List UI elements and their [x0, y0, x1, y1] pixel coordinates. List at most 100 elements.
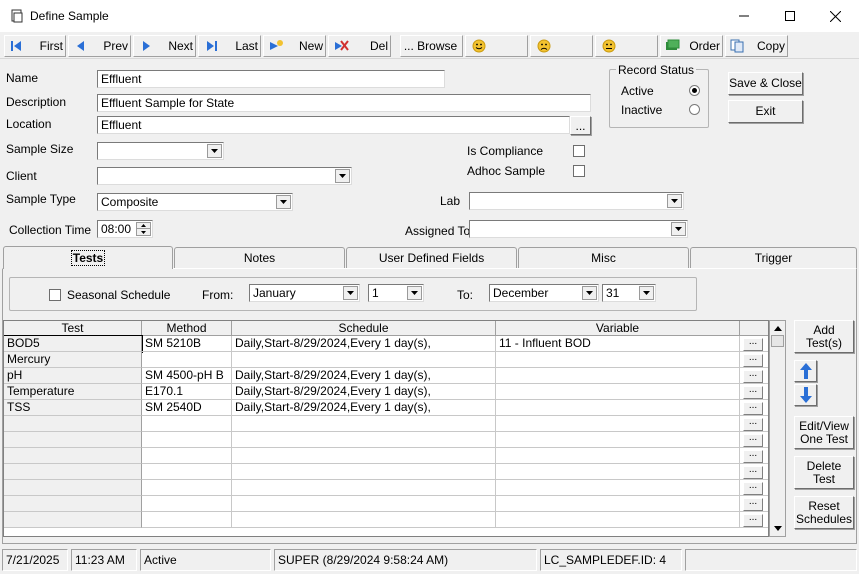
- active-radio[interactable]: [689, 85, 700, 96]
- next-button[interactable]: Next: [133, 35, 196, 57]
- chevron-down-icon[interactable]: [407, 286, 422, 300]
- grid-cell[interactable]: [496, 448, 740, 464]
- exit-button[interactable]: Exit: [728, 100, 803, 123]
- scroll-down-icon[interactable]: [771, 522, 784, 535]
- row-ellipsis-button[interactable]: ...: [743, 353, 763, 367]
- description-field[interactable]: Effluent Sample for State: [97, 94, 591, 112]
- close-button[interactable]: [812, 0, 858, 32]
- grid-cell[interactable]: [142, 432, 232, 448]
- grid-cell[interactable]: [142, 416, 232, 432]
- grid-cell[interactable]: [142, 464, 232, 480]
- reset-schedules-button[interactable]: Reset Schedules: [794, 496, 854, 529]
- assigned-to-combo[interactable]: [469, 220, 688, 238]
- row-ellipsis-button[interactable]: ...: [743, 513, 763, 527]
- grid-cell[interactable]: [4, 512, 142, 528]
- row-ellipsis-button[interactable]: ...: [743, 497, 763, 511]
- row-ellipsis-button[interactable]: ...: [743, 465, 763, 479]
- grid-cell[interactable]: [232, 416, 496, 432]
- spin-down-icon[interactable]: [136, 229, 151, 236]
- move-down-button[interactable]: [794, 384, 817, 406]
- row-ellipsis-button[interactable]: ...: [743, 417, 763, 431]
- chevron-down-icon[interactable]: [667, 194, 682, 208]
- grid-cell[interactable]: [496, 368, 740, 384]
- grid-cell[interactable]: 11 - Influent BOD: [496, 336, 740, 352]
- grid-cell[interactable]: [142, 480, 232, 496]
- collection-time-field[interactable]: 08:00: [97, 220, 153, 238]
- delete-test-button[interactable]: Delete Test: [794, 456, 854, 489]
- lab-combo[interactable]: [469, 192, 684, 210]
- tab-notes[interactable]: Notes: [174, 247, 345, 268]
- seasonal-schedule-checkbox[interactable]: [49, 289, 61, 301]
- grid-cell[interactable]: [496, 496, 740, 512]
- sample-type-combo[interactable]: Composite: [97, 193, 293, 211]
- chevron-down-icon[interactable]: [276, 195, 291, 209]
- grid-cell[interactable]: E170.1: [142, 384, 232, 400]
- grid-cell[interactable]: [232, 448, 496, 464]
- minimize-button[interactable]: [721, 0, 767, 32]
- grid-cell[interactable]: [4, 432, 142, 448]
- chevron-down-icon[interactable]: [639, 286, 654, 300]
- grid-cell[interactable]: [496, 416, 740, 432]
- grid-cell[interactable]: Daily,Start-8/29/2024,Every 1 day(s),: [232, 336, 496, 352]
- tab-user-defined-fields[interactable]: User Defined Fields: [346, 247, 517, 268]
- smiley-button-1[interactable]: [465, 35, 528, 57]
- is-compliance-checkbox[interactable]: [573, 145, 585, 157]
- adhoc-sample-checkbox[interactable]: [573, 165, 585, 177]
- grid-header[interactable]: Variable: [496, 321, 740, 336]
- scroll-up-icon[interactable]: [771, 322, 784, 335]
- grid-cell[interactable]: pH: [4, 368, 142, 384]
- grid-cell[interactable]: [232, 480, 496, 496]
- grid-cell[interactable]: [142, 496, 232, 512]
- grid-header[interactable]: Method: [142, 321, 232, 336]
- first-button[interactable]: First: [4, 35, 66, 57]
- grid-cell[interactable]: [496, 432, 740, 448]
- grid-cell[interactable]: [4, 464, 142, 480]
- smiley-button-3[interactable]: [595, 35, 658, 57]
- grid-cell[interactable]: [232, 496, 496, 512]
- row-ellipsis-button[interactable]: ...: [743, 337, 763, 351]
- grid-cell[interactable]: [142, 512, 232, 528]
- delete-button[interactable]: Del: [328, 35, 391, 57]
- grid-cell[interactable]: SM 2540D: [142, 400, 232, 416]
- to-day-combo[interactable]: 31: [602, 284, 656, 302]
- last-button[interactable]: Last: [198, 35, 261, 57]
- location-field[interactable]: Effluent: [97, 116, 570, 134]
- add-tests-button[interactable]: Add Test(s): [794, 320, 854, 353]
- grid-cell[interactable]: TSS: [4, 400, 142, 416]
- grid-cell[interactable]: [4, 480, 142, 496]
- grid-cell[interactable]: Daily,Start-8/29/2024,Every 1 day(s),: [232, 400, 496, 416]
- grid-cell[interactable]: [496, 464, 740, 480]
- sample-size-combo[interactable]: [97, 142, 224, 160]
- row-ellipsis-button[interactable]: ...: [743, 449, 763, 463]
- move-up-button[interactable]: [794, 360, 817, 382]
- grid-cell[interactable]: Mercury: [4, 352, 142, 368]
- edit-view-test-button[interactable]: Edit/View One Test: [794, 416, 854, 449]
- location-browse-button[interactable]: ...: [570, 116, 591, 135]
- grid-cell[interactable]: [232, 464, 496, 480]
- grid-cell[interactable]: [496, 400, 740, 416]
- grid-cell[interactable]: [496, 480, 740, 496]
- grid-header[interactable]: Test: [4, 321, 142, 336]
- tab-tests[interactable]: Tests: [3, 246, 173, 269]
- tests-grid[interactable]: Test Method Schedule Variable BOD5 SM 5210B Da…: [3, 320, 769, 537]
- grid-cell[interactable]: [496, 352, 740, 368]
- copy-button[interactable]: Copy: [725, 35, 788, 57]
- grid-cell[interactable]: Temperature: [4, 384, 142, 400]
- spin-up-icon[interactable]: [136, 222, 151, 229]
- grid-cell[interactable]: [142, 448, 232, 464]
- grid-cell[interactable]: [232, 432, 496, 448]
- grid-cell[interactable]: [4, 496, 142, 512]
- grid-cell[interactable]: [142, 352, 232, 368]
- prev-button[interactable]: Prev: [68, 35, 131, 57]
- grid-cell[interactable]: [4, 448, 142, 464]
- grid-scrollbar[interactable]: [769, 320, 786, 537]
- chevron-down-icon[interactable]: [582, 286, 597, 300]
- row-ellipsis-button[interactable]: ...: [743, 481, 763, 495]
- row-ellipsis-button[interactable]: ...: [743, 433, 763, 447]
- tab-misc[interactable]: Misc: [518, 247, 689, 268]
- grid-cell[interactable]: [496, 512, 740, 528]
- grid-cell[interactable]: BOD5: [4, 335, 143, 353]
- grid-cell[interactable]: [232, 512, 496, 528]
- save-close-button[interactable]: Save & Close: [728, 72, 803, 95]
- chevron-down-icon[interactable]: [335, 169, 350, 183]
